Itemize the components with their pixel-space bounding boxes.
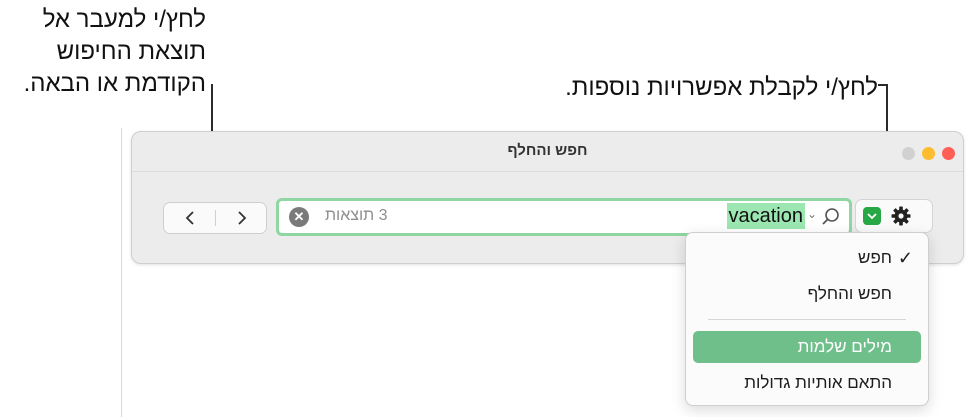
menu-item-whole-words[interactable]: מילים שלמות bbox=[693, 331, 921, 363]
recent-searches-chevron-icon[interactable]: ⌄ bbox=[807, 207, 817, 221]
titlebar: חפש והחלף bbox=[132, 132, 963, 172]
search-field[interactable]: ✕ 3 תוצאות vacation ⌄ bbox=[276, 198, 852, 236]
callout-options: לחץ/י לקבלת אפשרויות נוספות. bbox=[565, 72, 878, 104]
menu-item-label: חפש bbox=[858, 248, 892, 267]
options-menu: ✓ חפש חפש והחלף מילים שלמות התאם אותיות … bbox=[685, 232, 929, 406]
menu-item-label: מילים שלמות bbox=[797, 337, 892, 356]
menu-item-match-case[interactable]: התאם אותיות גדולות bbox=[693, 367, 921, 399]
menu-separator bbox=[708, 319, 906, 320]
menu-item-label: חפש והחלף bbox=[807, 284, 892, 303]
callout-nav: לחץ/י למעבר אל תוצאת החיפוש הקודמת או הב… bbox=[24, 4, 206, 100]
gear-icon bbox=[891, 206, 911, 226]
result-count: 3 תוצאות bbox=[325, 207, 388, 224]
search-query[interactable]: vacation bbox=[726, 203, 805, 229]
chevron-right-icon bbox=[237, 211, 246, 225]
minimize-button[interactable] bbox=[922, 147, 935, 160]
callout-options-text: לחץ/י לקבלת אפשרויות נוספות. bbox=[565, 74, 878, 101]
search-nav-group bbox=[163, 202, 267, 234]
options-button[interactable] bbox=[855, 199, 933, 233]
previous-result-button[interactable] bbox=[164, 203, 215, 233]
sidebar-divider bbox=[121, 128, 122, 417]
magnifier-icon bbox=[822, 208, 839, 225]
window-title: חפש והחלף bbox=[507, 142, 588, 159]
menu-item-label: התאם אותיות גדולות bbox=[744, 373, 892, 392]
menu-item-find-replace[interactable]: חפש והחלף bbox=[693, 278, 921, 310]
next-result-button[interactable] bbox=[216, 203, 267, 233]
close-button[interactable] bbox=[942, 147, 955, 160]
callout-nav-line: לחץ/י למעבר אל bbox=[42, 6, 206, 33]
checkmark-icon: ✓ bbox=[897, 248, 913, 268]
options-leader-cap bbox=[878, 84, 888, 86]
clear-search-icon[interactable]: ✕ bbox=[289, 207, 309, 227]
chevron-down-icon bbox=[863, 207, 881, 225]
menu-item-find[interactable]: ✓ חפש bbox=[693, 242, 921, 274]
callout-nav-line: הקודמת או הבאה. bbox=[23, 70, 206, 97]
callout-nav-line: תוצאת החיפוש bbox=[56, 38, 206, 65]
zoom-button[interactable] bbox=[902, 147, 915, 160]
chevron-left-icon bbox=[185, 211, 194, 225]
